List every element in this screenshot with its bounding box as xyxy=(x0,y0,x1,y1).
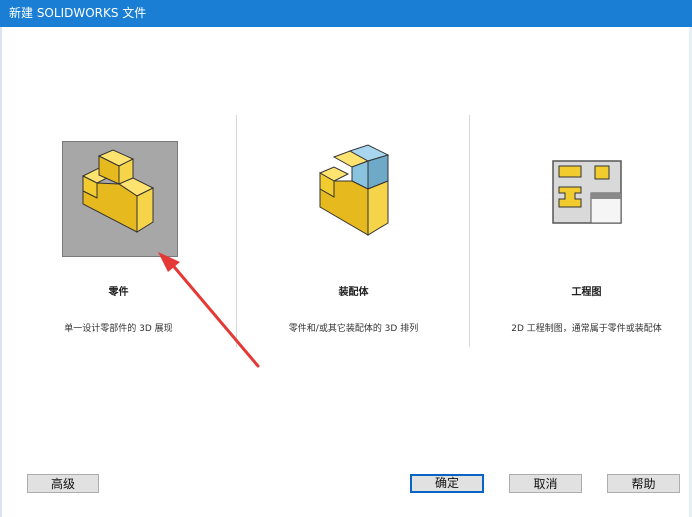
drawing-thumbnail[interactable] xyxy=(527,141,641,255)
drawing-description: 2D 工程制图，通常属于零件或装配体 xyxy=(511,324,662,334)
advanced-button[interactable]: 高级 xyxy=(27,474,99,493)
assembly-template-panel[interactable]: 装配体 零件和/或其它装配体的 3D 排列 xyxy=(237,115,470,350)
assembly-icon xyxy=(318,144,390,236)
window-title: 新建 SOLIDWORKS 文件 xyxy=(9,6,147,20)
part-label: 零件 xyxy=(108,287,129,298)
part-description: 单一设计零部件的 3D 展现 xyxy=(64,324,173,334)
part-thumbnail[interactable] xyxy=(62,141,178,257)
drawing-template-panel[interactable]: 工程图 2D 工程制图，通常属于零件或装配体 xyxy=(470,115,692,350)
ok-button[interactable]: 确定 xyxy=(410,474,484,493)
assembly-description: 零件和/或其它装配体的 3D 排列 xyxy=(288,324,419,334)
help-button[interactable]: 帮助 xyxy=(607,474,680,493)
assembly-thumbnail[interactable] xyxy=(294,141,408,255)
title-bar: 新建 SOLIDWORKS 文件 xyxy=(0,0,692,27)
drawing-label: 工程图 xyxy=(571,287,602,298)
drawing-icon xyxy=(552,160,622,224)
part-template-panel[interactable]: 零件 单一设计零部件的 3D 展现 xyxy=(2,115,235,350)
assembly-label: 装配体 xyxy=(338,287,369,298)
cancel-button[interactable]: 取消 xyxy=(509,474,582,493)
part-icon xyxy=(81,149,155,233)
